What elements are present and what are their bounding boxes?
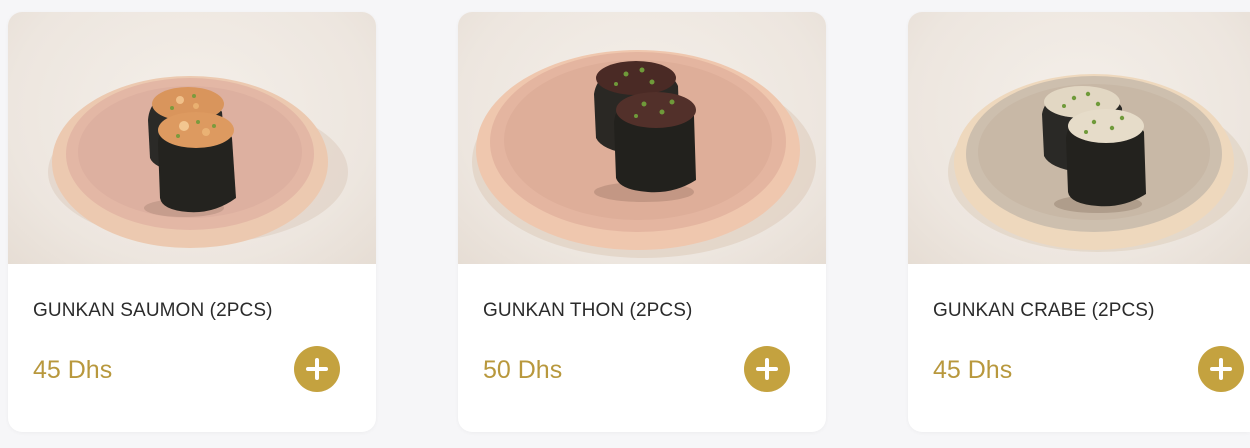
- plus-icon: [744, 346, 790, 392]
- product-image-gunkan-thon[interactable]: [458, 12, 826, 264]
- product-image-gunkan-saumon[interactable]: [8, 12, 376, 264]
- product-image-gunkan-crabe[interactable]: [908, 12, 1250, 264]
- product-card[interactable]: GUNKAN THON (2PCS) 50 Dhs: [458, 12, 826, 432]
- plus-icon: [1198, 346, 1244, 392]
- product-grid: GUNKAN SAUMON (2PCS) 45 Dhs GUNKAN THON …: [0, 0, 1250, 448]
- product-title[interactable]: GUNKAN CRABE (2PCS): [933, 300, 1155, 322]
- product-card[interactable]: GUNKAN CRABE (2PCS) 45 Dhs: [908, 12, 1250, 432]
- plus-icon: [294, 346, 340, 392]
- add-to-cart-button[interactable]: [744, 346, 790, 392]
- product-price: 50 Dhs: [483, 356, 563, 384]
- product-title[interactable]: GUNKAN SAUMON (2PCS): [33, 300, 273, 322]
- product-title[interactable]: GUNKAN THON (2PCS): [483, 300, 692, 322]
- product-price: 45 Dhs: [933, 356, 1013, 384]
- product-card[interactable]: GUNKAN SAUMON (2PCS) 45 Dhs: [8, 12, 376, 432]
- product-price: 45 Dhs: [33, 356, 113, 384]
- add-to-cart-button[interactable]: [1198, 346, 1244, 392]
- add-to-cart-button[interactable]: [294, 346, 340, 392]
